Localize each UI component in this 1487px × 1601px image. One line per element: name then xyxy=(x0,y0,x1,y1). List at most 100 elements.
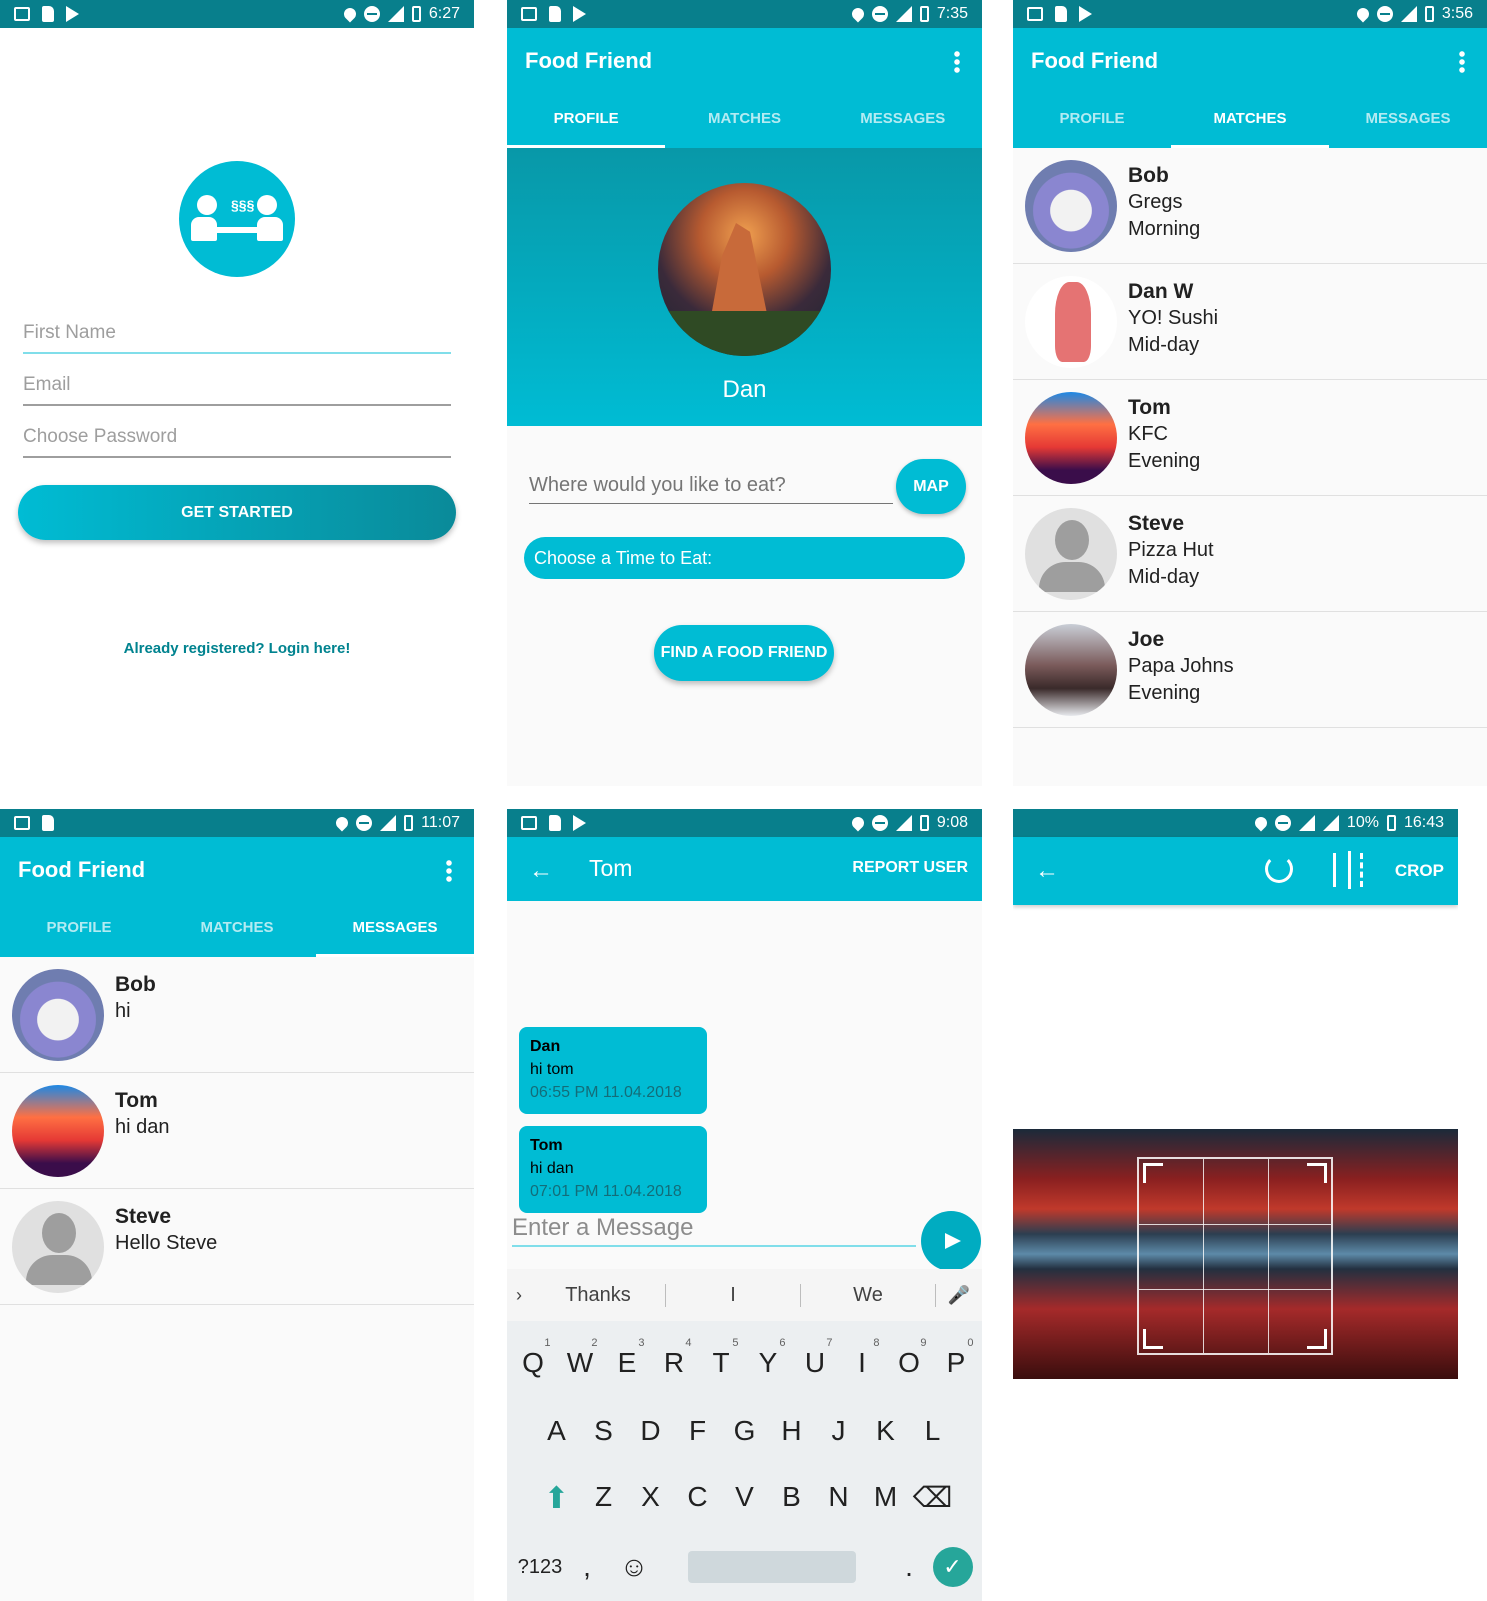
key[interactable]: H xyxy=(768,1415,815,1447)
report-user-button[interactable]: REPORT USER xyxy=(852,859,968,877)
suggestion[interactable]: I xyxy=(666,1283,801,1307)
key[interactable]: X xyxy=(627,1481,674,1516)
emoji-icon[interactable]: ☺ xyxy=(611,1551,658,1583)
lte-signal-icon xyxy=(1400,6,1417,22)
password-field[interactable]: Choose Password xyxy=(23,426,451,458)
first-name-field[interactable]: First Name xyxy=(23,322,451,354)
chevron-right-icon[interactable]: › xyxy=(507,1285,531,1306)
status-bar: 9:08 xyxy=(507,809,982,837)
tab-matches[interactable]: MATCHES xyxy=(158,907,316,957)
tab-profile[interactable]: PROFILE xyxy=(0,907,158,957)
overflow-menu-icon[interactable] xyxy=(446,859,452,883)
key[interactable]: 5T xyxy=(698,1337,745,1379)
dnd-icon xyxy=(871,6,888,22)
key-row-2: A S D F G H J K L xyxy=(507,1415,982,1447)
avatar xyxy=(12,1201,104,1293)
profile-name: Dan xyxy=(722,376,767,403)
key[interactable]: A xyxy=(533,1415,580,1447)
key[interactable]: K xyxy=(862,1415,909,1447)
match-item[interactable]: Dan W YO! Sushi Mid-day xyxy=(1013,264,1487,380)
tab-messages[interactable]: MESSAGES xyxy=(316,907,474,957)
key[interactable]: 0P xyxy=(933,1337,980,1379)
shift-icon[interactable]: ⬆ xyxy=(533,1481,580,1516)
crop-frame[interactable] xyxy=(1137,1157,1333,1355)
key[interactable]: C xyxy=(674,1481,721,1516)
rotate-icon[interactable] xyxy=(1265,855,1293,883)
conversation-item[interactable]: Steve Hello Steve xyxy=(0,1189,474,1305)
key[interactable]: D xyxy=(627,1415,674,1447)
backspace-icon[interactable]: ⌫ xyxy=(909,1481,956,1516)
suggestion[interactable]: Thanks xyxy=(531,1283,666,1307)
sd-card-icon xyxy=(42,6,54,22)
bubble-time: 06:55 PM 11.04.2018 xyxy=(530,1084,682,1101)
bubble-text: hi dan xyxy=(530,1160,574,1177)
key[interactable]: N xyxy=(815,1481,862,1516)
key[interactable]: S xyxy=(580,1415,627,1447)
tab-messages[interactable]: MESSAGES xyxy=(824,98,982,148)
crop-handle[interactable] xyxy=(1307,1329,1327,1349)
key[interactable]: 1Q xyxy=(510,1337,557,1379)
where-to-eat-input[interactable]: Where would you like to eat? xyxy=(529,466,893,504)
tab-matches[interactable]: MATCHES xyxy=(1171,98,1329,148)
overflow-menu-icon[interactable] xyxy=(954,50,960,74)
conversation-item[interactable]: Bob hi xyxy=(0,957,474,1073)
back-arrow-icon[interactable]: ← xyxy=(1035,857,1059,885)
key[interactable]: L xyxy=(909,1415,956,1447)
crop-handle[interactable] xyxy=(1143,1329,1163,1349)
login-link[interactable]: Already registered? Login here! xyxy=(0,640,474,657)
key[interactable]: 3E xyxy=(604,1337,651,1379)
choose-time-button[interactable]: Choose a Time to Eat: xyxy=(524,537,965,579)
flip-icon[interactable] xyxy=(1333,851,1363,889)
overflow-menu-icon[interactable] xyxy=(1459,50,1465,74)
comma-key[interactable]: , xyxy=(564,1551,611,1583)
microphone-icon[interactable]: 🎤 xyxy=(936,1285,982,1306)
find-food-friend-button[interactable]: FIND A FOOD FRIEND xyxy=(654,625,834,681)
key[interactable]: 6Y xyxy=(745,1337,792,1379)
key[interactable]: Z xyxy=(580,1481,627,1516)
key[interactable]: J xyxy=(815,1415,862,1447)
match-item[interactable]: Joe Papa Johns Evening xyxy=(1013,612,1487,728)
key[interactable]: V xyxy=(721,1481,768,1516)
match-time: Mid-day xyxy=(1128,566,1200,588)
send-icon[interactable] xyxy=(921,1211,981,1271)
key[interactable]: 8I xyxy=(839,1337,886,1379)
dnd-icon xyxy=(1376,6,1393,22)
key[interactable]: M xyxy=(862,1481,909,1516)
tab-messages[interactable]: MESSAGES xyxy=(1329,98,1487,148)
status-bar: 7:35 xyxy=(507,0,982,28)
message-input[interactable]: Enter a Message xyxy=(512,1209,916,1247)
match-item[interactable]: Steve Pizza Hut Mid-day xyxy=(1013,496,1487,612)
conversation-item[interactable]: Tom hi dan xyxy=(0,1073,474,1189)
tab-profile[interactable]: PROFILE xyxy=(1013,98,1171,148)
match-item[interactable]: Bob Gregs Morning xyxy=(1013,148,1487,264)
tab-matches[interactable]: MATCHES xyxy=(665,98,823,148)
get-started-button[interactable]: GET STARTED xyxy=(18,485,456,540)
mail-icon xyxy=(1027,7,1043,21)
play-store-icon xyxy=(66,6,79,22)
match-item[interactable]: Tom KFC Evening xyxy=(1013,380,1487,496)
key[interactable]: 2W xyxy=(557,1337,604,1379)
last-message: Hello Steve xyxy=(115,1232,218,1254)
checkmark-icon[interactable]: ✓ xyxy=(932,1547,973,1587)
crop-handle[interactable] xyxy=(1307,1163,1327,1183)
status-time: 3:56 xyxy=(1441,5,1473,22)
matches-screen: 3:56 Food Friend PROFILE MATCHES MESSAGE… xyxy=(1013,0,1487,786)
map-button[interactable]: MAP xyxy=(896,459,966,514)
suggestion[interactable]: We xyxy=(801,1283,936,1307)
key[interactable]: F xyxy=(674,1415,721,1447)
dnd-icon xyxy=(363,6,380,22)
key[interactable]: B xyxy=(768,1481,815,1516)
key[interactable]: 9O xyxy=(886,1337,933,1379)
key[interactable]: 7U xyxy=(792,1337,839,1379)
crop-handle[interactable] xyxy=(1143,1163,1163,1183)
tab-profile[interactable]: PROFILE xyxy=(507,98,666,148)
profile-avatar[interactable] xyxy=(658,183,831,356)
crop-button[interactable]: CROP xyxy=(1395,861,1444,881)
key[interactable]: G xyxy=(721,1415,768,1447)
key[interactable]: 4R xyxy=(651,1337,698,1379)
back-arrow-icon[interactable]: ← xyxy=(529,857,553,885)
email-field[interactable]: Email xyxy=(23,374,451,406)
spacebar[interactable] xyxy=(687,1551,856,1583)
period-key[interactable]: . xyxy=(886,1551,933,1583)
symbols-key[interactable]: ?123 xyxy=(517,1556,564,1579)
